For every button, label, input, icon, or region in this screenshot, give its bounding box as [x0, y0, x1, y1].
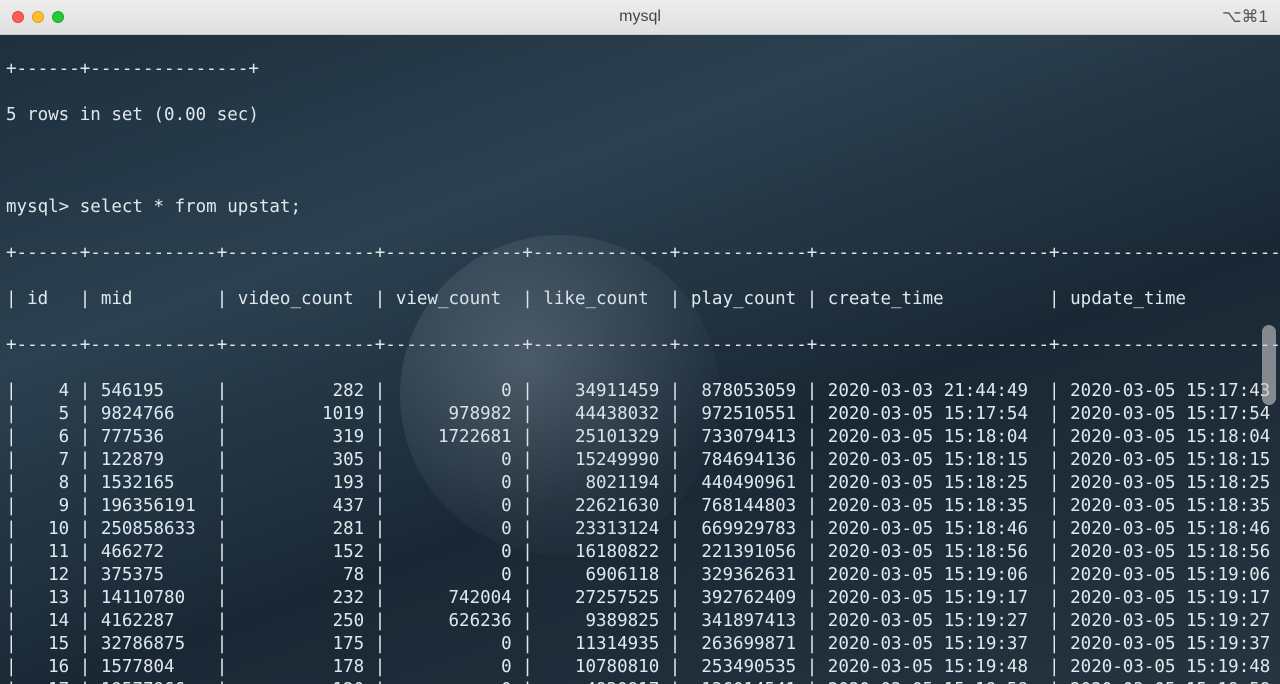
table-row: | 7 | 122879 | 305 | 0 | 15249990 | 7846… — [6, 449, 1274, 472]
table-body: | 4 | 546195 | 282 | 0 | 34911459 | 8780… — [6, 380, 1274, 684]
minimize-icon[interactable] — [32, 11, 44, 23]
table-row: | 17 | 19577966 | 120 | 0 | 4930917 | 13… — [6, 679, 1274, 684]
blank-line — [6, 150, 1274, 173]
prev-border: +------+---------------+ — [6, 58, 1274, 81]
table-row: | 5 | 9824766 | 1019 | 978982 | 44438032… — [6, 403, 1274, 426]
table-border-mid: +------+------------+--------------+----… — [6, 334, 1274, 357]
shortcut-indicator: ⌥⌘1 — [1222, 7, 1268, 27]
prompt: mysql> — [6, 197, 69, 217]
table-row: | 10 | 250858633 | 281 | 0 | 23313124 | … — [6, 518, 1274, 541]
maximize-icon[interactable] — [52, 11, 64, 23]
table-row: | 6 | 777536 | 319 | 1722681 | 25101329 … — [6, 426, 1274, 449]
traffic-lights — [12, 11, 64, 23]
scrollbar-thumb[interactable] — [1262, 325, 1276, 405]
command: select * from upstat; — [69, 197, 301, 217]
prompt-line: mysql> select * from upstat; — [6, 196, 1274, 219]
terminal-output[interactable]: +------+---------------+ 5 rows in set (… — [0, 35, 1280, 684]
result-summary: 5 rows in set (0.00 sec) — [6, 104, 1274, 127]
close-icon[interactable] — [12, 11, 24, 23]
table-row: | 15 | 32786875 | 175 | 0 | 11314935 | 2… — [6, 633, 1274, 656]
table-border-top: +------+------------+--------------+----… — [6, 242, 1274, 265]
table-header: | id | mid | video_count | view_count | … — [6, 288, 1274, 311]
table-row: | 4 | 546195 | 282 | 0 | 34911459 | 8780… — [6, 380, 1274, 403]
table-row: | 12 | 375375 | 78 | 0 | 6906118 | 32936… — [6, 564, 1274, 587]
table-row: | 8 | 1532165 | 193 | 0 | 8021194 | 4404… — [6, 472, 1274, 495]
table-row: | 9 | 196356191 | 437 | 0 | 22621630 | 7… — [6, 495, 1274, 518]
table-row: | 13 | 14110780 | 232 | 742004 | 2725752… — [6, 587, 1274, 610]
window-title: mysql — [619, 8, 661, 26]
table-row: | 11 | 466272 | 152 | 0 | 16180822 | 221… — [6, 541, 1274, 564]
titlebar: mysql ⌥⌘1 — [0, 0, 1280, 35]
table-row: | 16 | 1577804 | 178 | 0 | 10780810 | 25… — [6, 656, 1274, 679]
table-row: | 14 | 4162287 | 250 | 626236 | 9389825 … — [6, 610, 1274, 633]
